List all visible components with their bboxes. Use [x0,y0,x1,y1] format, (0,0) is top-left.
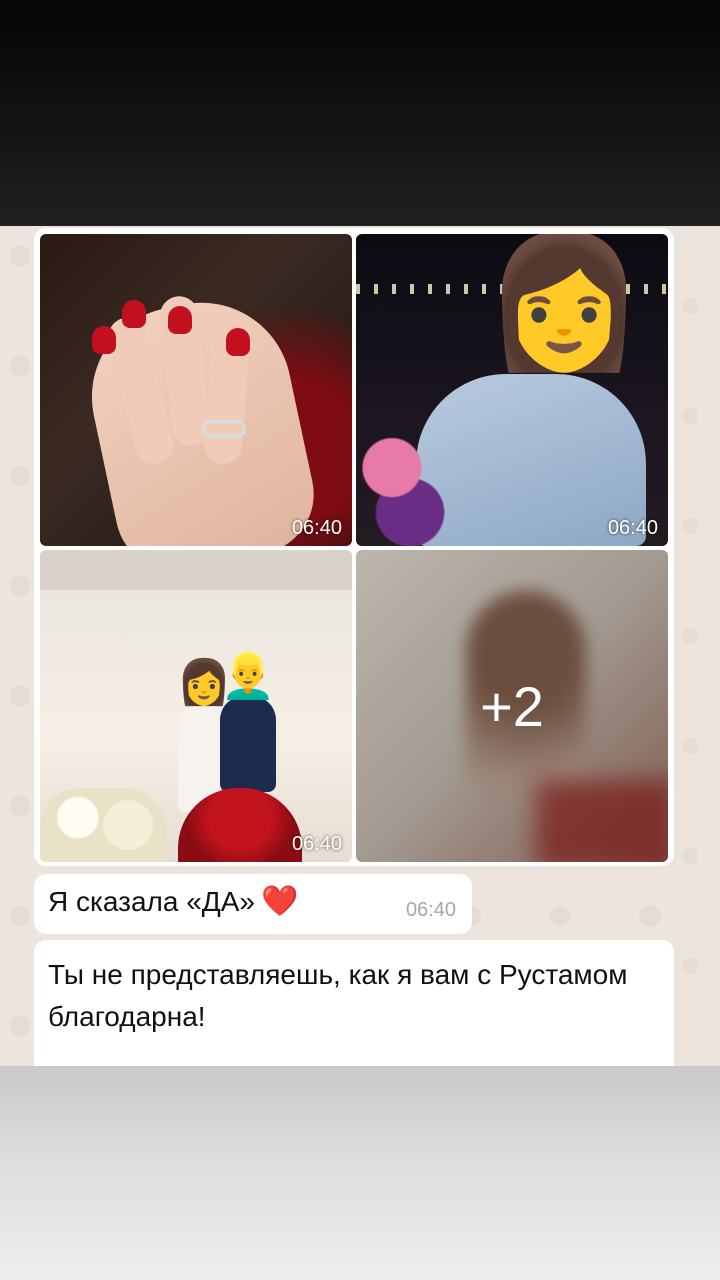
curtain-drape [40,550,352,590]
man-navy-suit [220,696,276,792]
top-dark-band [0,0,720,226]
photo-tile-ring-hand[interactable]: 06:40 [40,234,352,546]
man-face-emoji-icon: 👱‍♂️ [220,652,276,701]
woman-face-emoji-icon: 👩 [483,234,645,374]
flower-bouquet [356,434,446,546]
engagement-ring [202,420,246,438]
photo-tile-more[interactable]: +2 [356,550,668,862]
message-text: Ты не представляешь, как я вам с Рустамо… [48,959,628,1032]
red-nail [122,300,146,328]
bottom-gray-band [0,1066,720,1280]
photo-timestamp: 06:40 [291,833,342,855]
media-album-bubble: 06:40 👩 06:40 👩 👱‍♂️ 06:40 +2 [34,228,674,866]
white-roses [40,788,166,862]
red-nail [92,326,116,354]
photo-timestamp: 06:40 [291,517,342,539]
heart-emoji-icon: ❤️ [261,885,299,918]
message-text: Я сказала «ДА» ❤️ [48,885,299,918]
message-bubble-yes[interactable]: Я сказала «ДА» ❤️ 06:40 [34,874,472,934]
photo-timestamp: 06:40 [607,517,658,539]
more-photos-count: +2 [480,674,544,738]
photo-tile-couple[interactable]: 👩 👱‍♂️ 06:40 [40,550,352,862]
photo-tile-woman-denim[interactable]: 👩 06:40 [356,234,668,546]
message-bubble-thanks[interactable]: Ты не представляешь, как я вам с Рустамо… [34,940,674,1066]
red-nail [168,306,192,334]
message-timestamp: 06:40 [405,899,456,921]
red-nail [226,328,250,356]
